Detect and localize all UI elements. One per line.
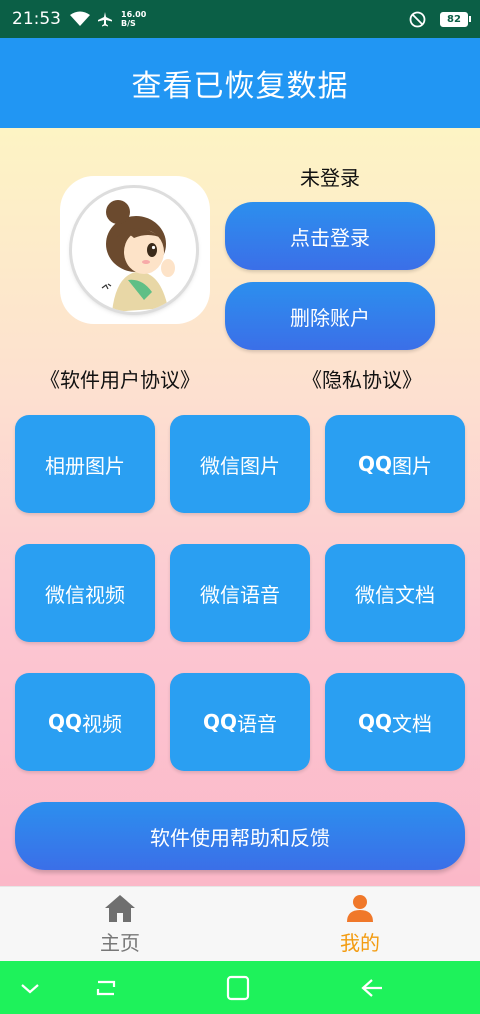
tile-label: 视频 [82,711,122,736]
nav-collapse-button[interactable] [0,961,60,1014]
dnd-icon [409,11,426,28]
wechat-video-tile[interactable]: 微信视频 [15,544,155,642]
person-icon [347,895,373,922]
main-content: 未登录 点击登录 删除账户 《软件用户协议》 《隐私协议》 相册图片 微信图片 … [0,128,480,886]
tile-label: 微信图片 [200,453,280,478]
tile-label: 微信文档 [355,582,435,607]
tile-prefix: QQ [357,710,392,734]
qq-photos-tile[interactable]: QQ 图片 [325,415,465,513]
tile-prefix: QQ [357,452,392,476]
speed-value: 16.00 [121,10,147,19]
tile-label: 图片 [392,453,432,478]
tile-label: 微信语音 [200,582,280,607]
tile-label: 微信视频 [45,582,125,607]
tile-prefix: QQ [202,710,237,734]
avatar[interactable] [72,188,196,312]
status-bar: 21:53 16.00 B/S 82 [0,0,480,38]
privacy-policy-link[interactable]: 《隐私协议》 [302,364,422,393]
qq-video-tile[interactable]: QQ 视频 [15,673,155,771]
nav-home-button[interactable] [208,961,268,1014]
clock: 21:53 [12,9,61,29]
qq-voice-tile[interactable]: QQ 语音 [170,673,310,771]
bottom-tab-bar: 主页 我的 [0,886,480,962]
airplane-icon [97,11,113,27]
tile-label: 相册图片 [45,453,125,478]
tile-prefix: QQ [47,710,82,734]
login-status-label: 未登录 [300,166,360,190]
tile-label: 文档 [392,711,432,736]
qq-documents-tile[interactable]: QQ 文档 [325,673,465,771]
wechat-voice-tile[interactable]: 微信语音 [170,544,310,642]
network-speed: 16.00 B/S [121,10,146,28]
system-nav-bar [0,961,480,1014]
page-title: 查看已恢复数据 [0,38,480,128]
square-home-icon [226,975,250,1000]
user-agreement-link[interactable]: 《软件用户协议》 [40,364,200,393]
wechat-photos-tile[interactable]: 微信图片 [170,415,310,513]
speed-unit: B/S [121,19,136,28]
tab-home[interactable]: 主页 [0,887,240,962]
help-feedback-button[interactable]: 软件使用帮助和反馈 [15,802,465,870]
nav-recents-button[interactable] [76,961,136,1014]
cartoon-girl-avatar-icon [101,200,175,312]
battery-indicator: 82 [440,11,471,27]
nav-back-button[interactable] [342,961,402,1014]
back-icon [361,978,382,997]
login-button[interactable]: 点击登录 [225,202,435,270]
wechat-documents-tile[interactable]: 微信文档 [325,544,465,642]
tab-mine-label: 我的 [340,931,380,955]
tile-label: 语音 [237,711,277,736]
delete-account-button[interactable]: 删除账户 [225,282,435,350]
avatar-frame[interactable] [60,176,210,324]
wifi-icon [69,11,91,27]
recents-icon [96,980,116,995]
chevron-down-icon [21,983,39,993]
tab-home-label: 主页 [100,931,140,955]
tab-mine[interactable]: 我的 [240,887,480,962]
home-icon [105,895,135,922]
album-photos-tile[interactable]: 相册图片 [15,415,155,513]
